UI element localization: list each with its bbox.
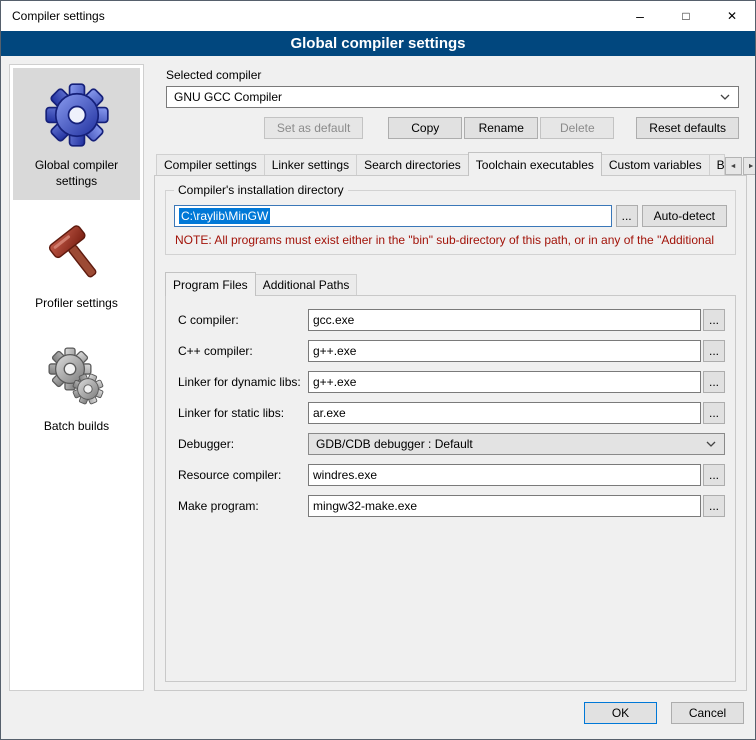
copy-button[interactable]: Copy — [388, 117, 462, 139]
chevron-down-icon — [706, 441, 716, 447]
c-compiler-input[interactable]: gcc.exe — [308, 309, 701, 331]
compiler-settings-window: Compiler settings – □ ✕ Global compiler … — [0, 0, 756, 740]
set-as-default-button[interactable]: Set as default — [264, 117, 363, 139]
static-linker-input[interactable]: ar.exe — [308, 402, 701, 424]
tab-toolchain-executables[interactable]: Toolchain executables — [468, 152, 602, 176]
rename-button[interactable]: Rename — [464, 117, 538, 139]
tab-compiler-settings[interactable]: Compiler settings — [156, 154, 265, 175]
make-program-browse-button[interactable]: ... — [703, 495, 725, 517]
tab-custom-variables[interactable]: Custom variables — [601, 154, 710, 175]
titlebar: Compiler settings – □ ✕ — [1, 1, 755, 31]
auto-detect-button[interactable]: Auto-detect — [642, 205, 727, 227]
install-dir-input[interactable]: C:\raylib\MinGW — [174, 205, 612, 227]
program-files-panel: C compiler: gcc.exe ... C++ compiler: g+… — [165, 295, 736, 682]
make-program-label: Make program: — [178, 499, 308, 513]
dynamic-linker-browse-button[interactable]: ... — [703, 371, 725, 393]
static-linker-browse-button[interactable]: ... — [703, 402, 725, 424]
tab-linker-settings[interactable]: Linker settings — [264, 154, 357, 175]
dynamic-linker-value: g++.exe — [313, 375, 356, 389]
form-row-make-program: Make program: mingw32-make.exe ... — [178, 495, 725, 517]
c-compiler-label: C compiler: — [178, 313, 308, 327]
form-row-dynamic-linker: Linker for dynamic libs: g++.exe ... — [178, 371, 725, 393]
make-program-value: mingw32-make.exe — [313, 499, 417, 513]
sidebar-item-batch-builds[interactable]: Batch builds — [13, 333, 140, 446]
form-row-c-compiler: C compiler: gcc.exe ... — [178, 309, 725, 331]
sidebar-item-profiler-settings[interactable]: Profiler settings — [13, 210, 140, 323]
page-title: Global compiler settings — [1, 31, 755, 56]
compiler-buttons-row: Set as default Copy Rename Delete Reset … — [154, 117, 739, 139]
note-text: NOTE: All programs must exist either in … — [175, 233, 727, 247]
resource-compiler-browse-button[interactable]: ... — [703, 464, 725, 486]
resource-compiler-label: Resource compiler: — [178, 468, 308, 482]
cpp-compiler-input[interactable]: g++.exe — [308, 340, 701, 362]
cpp-compiler-value: g++.exe — [313, 344, 356, 358]
debugger-dropdown[interactable]: GDB/CDB debugger : Default — [308, 433, 725, 455]
cpp-compiler-label: C++ compiler: — [178, 344, 308, 358]
form-row-debugger: Debugger: GDB/CDB debugger : Default — [178, 433, 725, 455]
delete-button[interactable]: Delete — [540, 117, 614, 139]
window-title: Compiler settings — [1, 1, 617, 31]
form-row-static-linker: Linker for static libs: ar.exe ... — [178, 402, 725, 424]
selected-compiler-label: Selected compiler — [166, 68, 747, 82]
form-row-cpp-compiler: C++ compiler: g++.exe ... — [178, 340, 725, 362]
dynamic-linker-label: Linker for dynamic libs: — [178, 375, 308, 389]
install-dir-groupbox-title: Compiler's installation directory — [174, 183, 348, 197]
sidebar-item-global-compiler-settings[interactable]: Global compiler settings — [13, 68, 140, 200]
gray-gears-icon — [45, 346, 109, 410]
ok-button[interactable]: OK — [584, 702, 657, 724]
red-tool-icon — [45, 223, 109, 287]
sidebar-item-label: Global compiler settings — [16, 158, 137, 189]
chevron-down-icon — [720, 94, 730, 100]
install-dir-groupbox: Compiler's installation directory C:\ray… — [165, 190, 736, 255]
cpp-compiler-browse-button[interactable]: ... — [703, 340, 725, 362]
reset-defaults-button[interactable]: Reset defaults — [636, 117, 739, 139]
static-linker-value: ar.exe — [313, 406, 346, 420]
subtab-program-files[interactable]: Program Files — [165, 272, 256, 296]
sidebar-item-label: Batch builds — [44, 419, 109, 435]
blue-gear-icon — [43, 81, 111, 149]
main-panel: Selected compiler GNU GCC Compiler Set a… — [154, 64, 747, 691]
cancel-button[interactable]: Cancel — [671, 702, 744, 724]
form-row-resource-compiler: Resource compiler: windres.exe ... — [178, 464, 725, 486]
c-compiler-browse-button[interactable]: ... — [703, 309, 725, 331]
toolchain-executables-panel: Compiler's installation directory C:\ray… — [154, 175, 747, 691]
minimize-button[interactable]: – — [617, 1, 663, 31]
install-dir-row: C:\raylib\MinGW ... Auto-detect — [174, 205, 727, 227]
tab-search-directories[interactable]: Search directories — [356, 154, 469, 175]
make-program-input[interactable]: mingw32-make.exe — [308, 495, 701, 517]
debugger-value: GDB/CDB debugger : Default — [316, 437, 473, 451]
dialog-body: Global compiler settings — [1, 56, 755, 693]
install-dir-value: C:\raylib\MinGW — [179, 208, 270, 224]
tab-scroll-buttons: ◄ ► — [725, 157, 756, 175]
tab-scroll-right-button[interactable]: ► — [743, 157, 756, 175]
c-compiler-value: gcc.exe — [313, 313, 354, 327]
close-button[interactable]: ✕ — [709, 1, 755, 31]
resource-compiler-value: windres.exe — [313, 468, 377, 482]
maximize-button[interactable]: □ — [663, 1, 709, 31]
dialog-footer: OK Cancel — [1, 693, 755, 739]
dynamic-linker-input[interactable]: g++.exe — [308, 371, 701, 393]
debugger-label: Debugger: — [178, 437, 308, 451]
settings-sidebar: Global compiler settings — [9, 64, 144, 691]
subtab-additional-paths[interactable]: Additional Paths — [255, 274, 358, 295]
sidebar-item-label: Profiler settings — [35, 296, 118, 312]
selected-compiler-value: GNU GCC Compiler — [174, 90, 282, 104]
tab-build-options[interactable]: Buil — [709, 154, 725, 175]
resource-compiler-input[interactable]: windres.exe — [308, 464, 701, 486]
program-files-tabstrip: Program Files Additional Paths — [163, 272, 738, 295]
settings-tabstrip: Compiler settings Linker settings Search… — [154, 152, 747, 175]
install-dir-browse-button[interactable]: ... — [616, 205, 638, 227]
tab-scroll-left-button[interactable]: ◄ — [725, 157, 742, 175]
selected-compiler-dropdown[interactable]: GNU GCC Compiler — [166, 86, 739, 108]
static-linker-label: Linker for static libs: — [178, 406, 308, 420]
